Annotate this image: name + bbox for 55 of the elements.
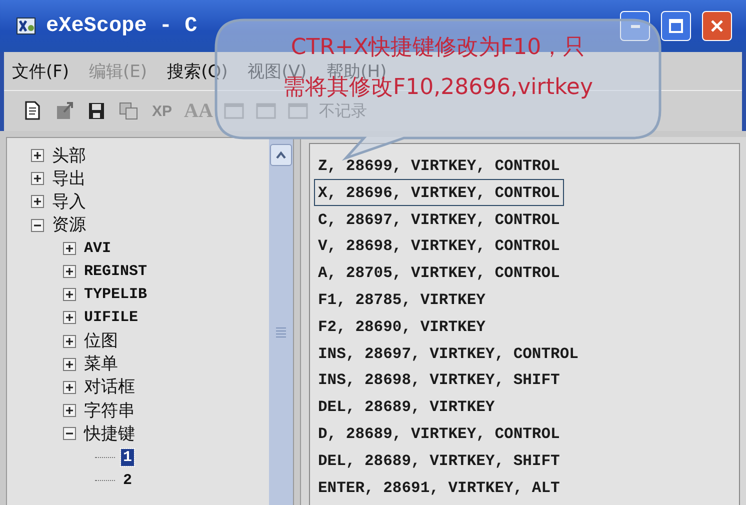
- minimize-button[interactable]: [620, 11, 650, 41]
- tree-item[interactable]: 对话框: [82, 377, 137, 398]
- tree-item[interactable]: 导入: [50, 192, 88, 212]
- callout-text: CTR+X快捷键修改为F10，只: [290, 34, 586, 62]
- minimize-icon: [630, 24, 640, 28]
- tree-item[interactable]: 快捷键: [82, 424, 137, 444]
- accelerator-line: F1, 28785, VIRTKEY: [317, 290, 486, 311]
- collapse-icon[interactable]: [63, 427, 76, 440]
- tree-item[interactable]: 位图: [82, 331, 120, 352]
- export-icon[interactable]: [54, 100, 76, 122]
- expand-icon[interactable]: [63, 404, 76, 418]
- accelerator-line: D, 28689, VIRTKEY, CONTROL: [317, 424, 561, 445]
- accelerator-line: C, 28697, VIRTKEY, CONTROL: [317, 210, 561, 231]
- scrollbar[interactable]: [269, 138, 293, 505]
- expand-icon[interactable]: [63, 265, 76, 278]
- accelerator-line: DEL, 28689, VIRTKEY: [317, 397, 496, 418]
- accelerator-line: ENTER, 28691, VIRTKEY, ALT: [317, 478, 561, 499]
- maximize-button[interactable]: [661, 11, 691, 41]
- collapse-icon[interactable]: [31, 218, 44, 232]
- tree-item[interactable]: 字符串: [82, 400, 137, 421]
- expand-icon[interactable]: [63, 288, 76, 302]
- expand-icon[interactable]: [63, 311, 76, 324]
- tree-item[interactable]: 资源: [50, 215, 88, 236]
- window-title: eXeScope - C: [46, 14, 198, 38]
- tree-item[interactable]: 2: [121, 472, 134, 489]
- accelerator-line: Z, 28699, VIRTKEY, CONTROL: [317, 156, 561, 177]
- maximize-icon: [669, 19, 683, 33]
- scroll-up-icon: [275, 150, 287, 160]
- close-button[interactable]: [702, 11, 732, 41]
- tree-item[interactable]: 1: [121, 448, 134, 466]
- app-logo-icon: [16, 15, 38, 37]
- menu-item[interactable]: 文件(F): [12, 60, 70, 82]
- expand-icon[interactable]: [31, 172, 44, 186]
- copy-icon[interactable]: [118, 100, 140, 122]
- tree-item[interactable]: REGINST: [82, 263, 150, 280]
- expand-icon[interactable]: [63, 380, 76, 394]
- tree-item[interactable]: 导出: [50, 168, 88, 189]
- accelerator-line: V, 28698, VIRTKEY, CONTROL: [317, 236, 561, 258]
- tree-item[interactable]: 头部: [50, 146, 88, 166]
- tree-item[interactable]: TYPELIB: [82, 286, 150, 304]
- accelerator-line: A, 28705, VIRTKEY, CONTROL: [317, 263, 561, 284]
- tree-item[interactable]: AVI: [82, 240, 114, 257]
- expand-icon[interactable]: [63, 334, 76, 348]
- expand-icon[interactable]: [63, 242, 76, 255]
- accelerator-line: F2, 28690, VIRTKEY: [317, 316, 486, 338]
- grip-icon: [275, 327, 287, 338]
- close-icon: [710, 19, 724, 33]
- expand-icon[interactable]: [63, 358, 76, 371]
- accelerator-line: DEL, 28689, VIRTKEY, SHIFT: [317, 450, 561, 472]
- expand-icon[interactable]: [31, 195, 44, 208]
- tree-item[interactable]: UIFILE: [82, 309, 140, 326]
- accelerator-line: INS, 28698, VIRTKEY, SHIFT: [317, 370, 561, 392]
- tree-item[interactable]: 菜单: [82, 354, 120, 374]
- expand-icon[interactable]: [31, 149, 44, 162]
- accelerator-line: INS, 28697, VIRTKEY, CONTROL: [317, 344, 580, 365]
